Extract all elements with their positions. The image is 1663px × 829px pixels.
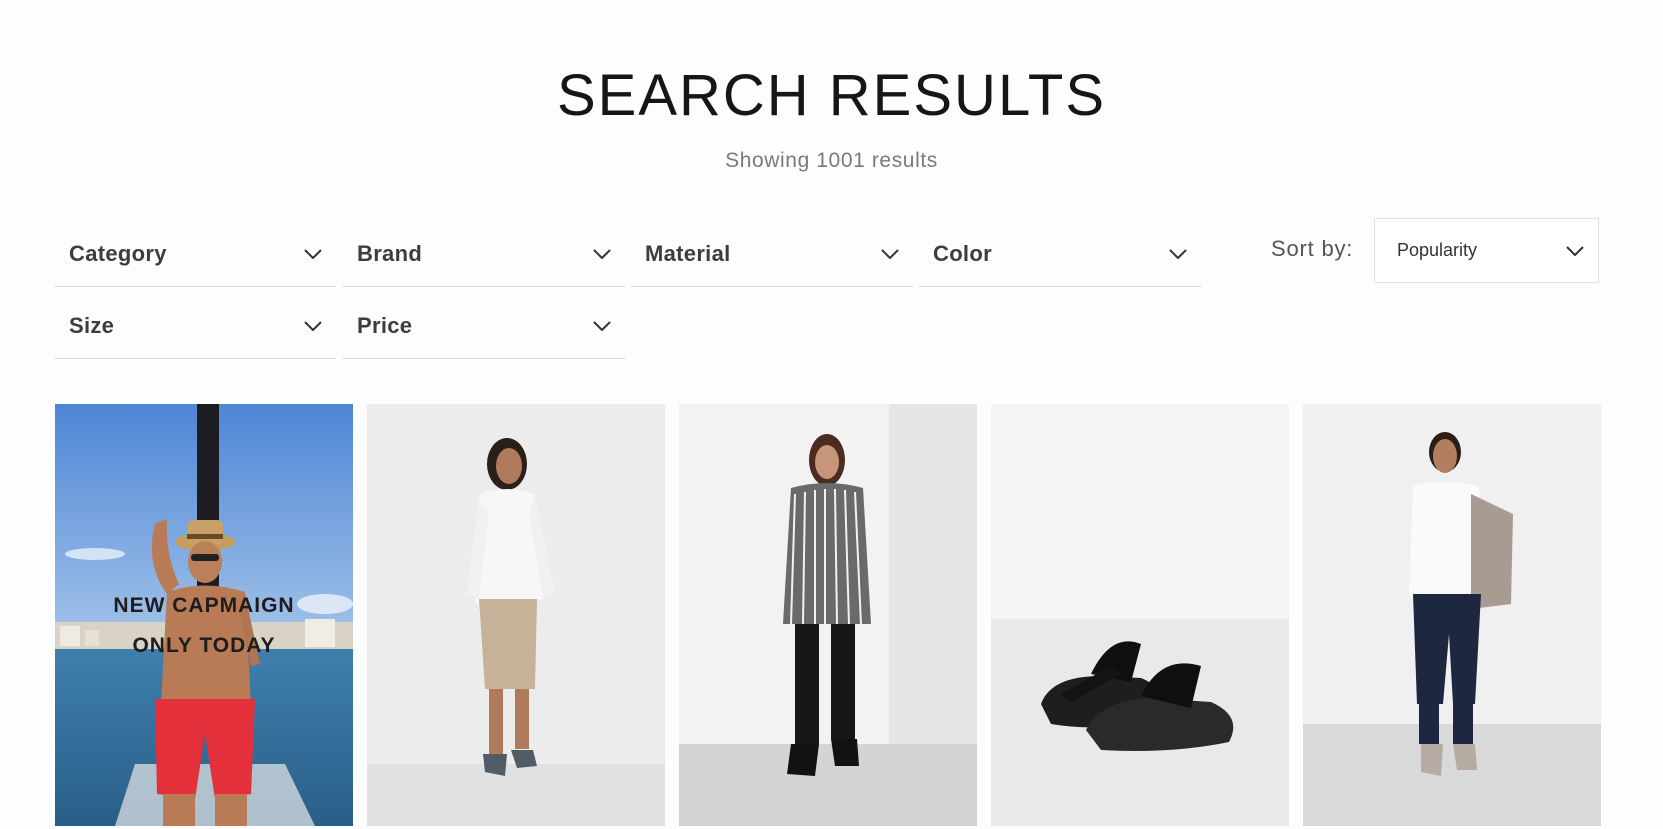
sort-selected-value: Popularity xyxy=(1397,240,1478,260)
sort-label: Sort by: xyxy=(1271,236,1354,261)
filter-material-label: Material xyxy=(645,240,731,266)
promo-campaign-card[interactable]: NEW CAPMAIGN ONLY TODAY xyxy=(55,404,353,826)
chevron-down-icon xyxy=(1169,248,1187,259)
filter-color[interactable]: Color xyxy=(919,221,1201,287)
product-card[interactable] xyxy=(991,404,1289,826)
chevron-down-icon xyxy=(593,320,611,331)
chevron-down-icon xyxy=(1566,245,1584,256)
promo-line-2: ONLY TODAY xyxy=(132,634,276,657)
product-image-black-sandals xyxy=(991,404,1289,826)
search-results-page: SEARCH RESULTS Showing 1001 results Cate… xyxy=(0,0,1663,829)
filter-size[interactable]: Size xyxy=(55,293,336,359)
page-title: SEARCH RESULTS xyxy=(556,63,1107,128)
filter-price[interactable]: Price xyxy=(343,293,625,359)
chevron-down-icon xyxy=(881,248,899,259)
product-image-striped-shirt-black-pants xyxy=(679,404,977,826)
chevron-down-icon xyxy=(304,248,322,259)
sort-select[interactable]: Popularity xyxy=(1374,218,1599,283)
filter-category[interactable]: Category xyxy=(55,221,336,287)
product-image-white-top-jeans-backpack xyxy=(1303,404,1601,826)
chevron-down-icon xyxy=(304,320,322,331)
filter-material[interactable]: Material xyxy=(631,221,913,287)
product-card[interactable] xyxy=(679,404,977,826)
product-card[interactable] xyxy=(367,404,665,826)
chevron-down-icon xyxy=(593,248,611,259)
filter-color-label: Color xyxy=(933,240,992,266)
filter-brand[interactable]: Brand xyxy=(343,221,625,287)
result-count: Showing 1001 results xyxy=(725,149,938,172)
filter-price-label: Price xyxy=(357,312,413,338)
filter-size-label: Size xyxy=(69,312,115,338)
filter-brand-label: Brand xyxy=(357,240,423,266)
product-card[interactable] xyxy=(1303,404,1601,826)
filter-category-label: Category xyxy=(69,240,167,266)
promo-line-1: NEW CAPMAIGN xyxy=(113,594,295,617)
product-image-white-shirt-beige-skirt xyxy=(367,404,665,826)
